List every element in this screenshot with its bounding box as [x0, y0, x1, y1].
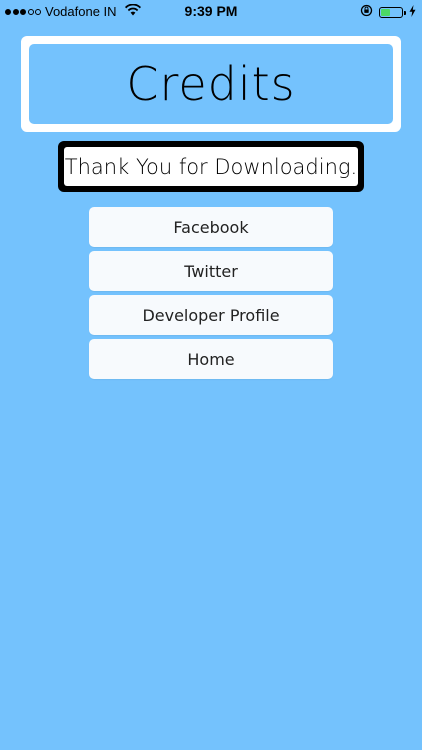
- thank-you-text: Thank You for Downloading.: [64, 147, 358, 186]
- battery-level: [381, 8, 390, 16]
- orientation-lock-icon: [360, 4, 373, 20]
- page-title: Credits: [126, 57, 296, 111]
- title-card: Credits: [21, 36, 401, 132]
- status-time: 9:39 PM: [184, 3, 238, 19]
- charging-bolt-icon: [409, 4, 416, 20]
- home-button[interactable]: Home: [89, 339, 333, 379]
- facebook-button[interactable]: Facebook: [89, 207, 333, 247]
- thank-you-banner: Thank You for Downloading.: [58, 141, 364, 192]
- status-right: [360, 4, 416, 20]
- battery-icon: [379, 6, 406, 18]
- developer-profile-button[interactable]: Developer Profile: [89, 295, 333, 335]
- twitter-button[interactable]: Twitter: [89, 251, 333, 291]
- title-panel: Credits: [29, 44, 393, 124]
- status-bar: Vodafone IN 9:39 PM: [0, 0, 422, 22]
